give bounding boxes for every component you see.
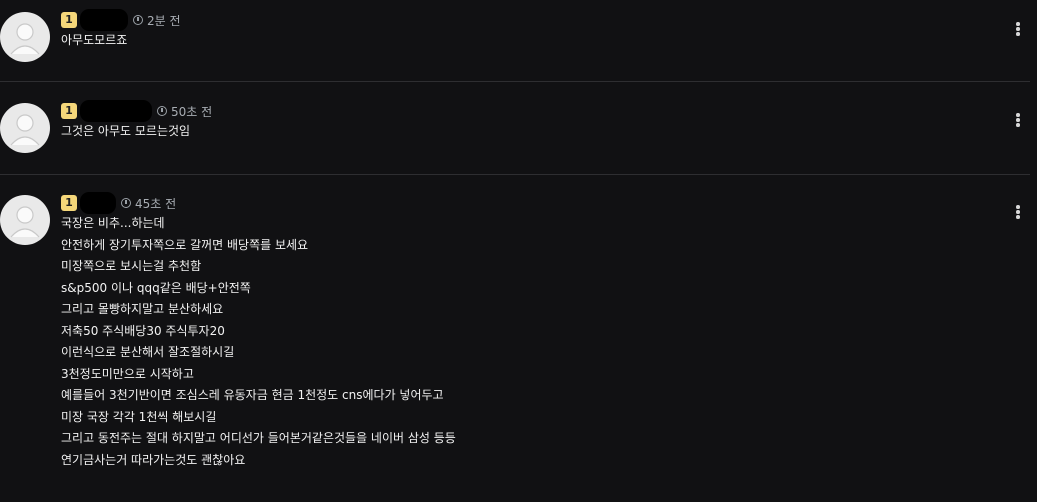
redacted-username xyxy=(80,100,152,122)
more-vertical-icon[interactable] xyxy=(1014,205,1022,221)
clock-icon xyxy=(133,15,143,25)
comment-line: 미장쪽으로 보시는걸 추천함 xyxy=(61,259,202,273)
level-badge: 1 xyxy=(61,195,77,211)
level-badge: 1 xyxy=(61,12,77,28)
comment-line: 그리고 몰빵하지말고 분산하세요 xyxy=(61,302,224,316)
comment-time: 2분 전 xyxy=(147,13,181,28)
redacted-username xyxy=(80,192,116,214)
divider xyxy=(0,81,1030,82)
clock-icon xyxy=(157,106,167,116)
default-avatar-icon[interactable] xyxy=(0,195,50,245)
comment-line: 국장은 비추...하는데 xyxy=(61,216,165,230)
comment-time: 50초 전 xyxy=(171,104,213,119)
comment-line: 이런식으로 분산해서 잘조절하시길 xyxy=(61,345,235,359)
more-vertical-icon[interactable] xyxy=(1014,22,1022,38)
more-vertical-icon[interactable] xyxy=(1014,113,1022,129)
comment-line: 저축50 주식배당30 주식투자20 xyxy=(61,323,225,338)
comment-body: 아무도모르죠 xyxy=(61,30,127,52)
comment-line: 예를들어 3천기반이면 조심스레 유동자금 현금 1천정도 cns에다가 넣어두… xyxy=(61,388,444,402)
comment-line: 안전하게 장기투자쪽으로 갈꺼면 배당쪽를 보세요 xyxy=(61,237,309,252)
clock-icon xyxy=(121,198,131,208)
comment-time: 45초 전 xyxy=(135,196,177,211)
default-avatar-icon[interactable] xyxy=(0,12,50,62)
comment-body: 그것은 아무도 모르는것임 xyxy=(61,121,190,143)
comment-line: 아무도모르죠 xyxy=(61,33,128,47)
comment-line: s&p500 이나 qqq같은 배당+안전쪽 xyxy=(61,280,251,295)
comment-line: 미장 국장 각각 1천씩 해보시길 xyxy=(61,409,217,424)
comment-body: 국장은 비추...하는데 안전하게 장기투자쪽으로 갈꺼면 배당쪽를 보세요 미… xyxy=(61,213,456,471)
level-badge: 1 xyxy=(61,103,77,119)
divider xyxy=(0,174,1030,175)
comment-line: 그리고 동전주는 절대 하지말고 어디선가 들어본거같은것들을 네이버 삼성 등… xyxy=(61,431,456,445)
comment-line: 그것은 아무도 모르는것임 xyxy=(61,124,191,138)
default-avatar-icon[interactable] xyxy=(0,103,50,153)
redacted-username xyxy=(80,9,128,31)
comment-line: 3천정도미만으로 시작하고 xyxy=(61,366,194,381)
comment-line: 연기금사는거 따라가는것도 괜찮아요 xyxy=(61,452,246,467)
